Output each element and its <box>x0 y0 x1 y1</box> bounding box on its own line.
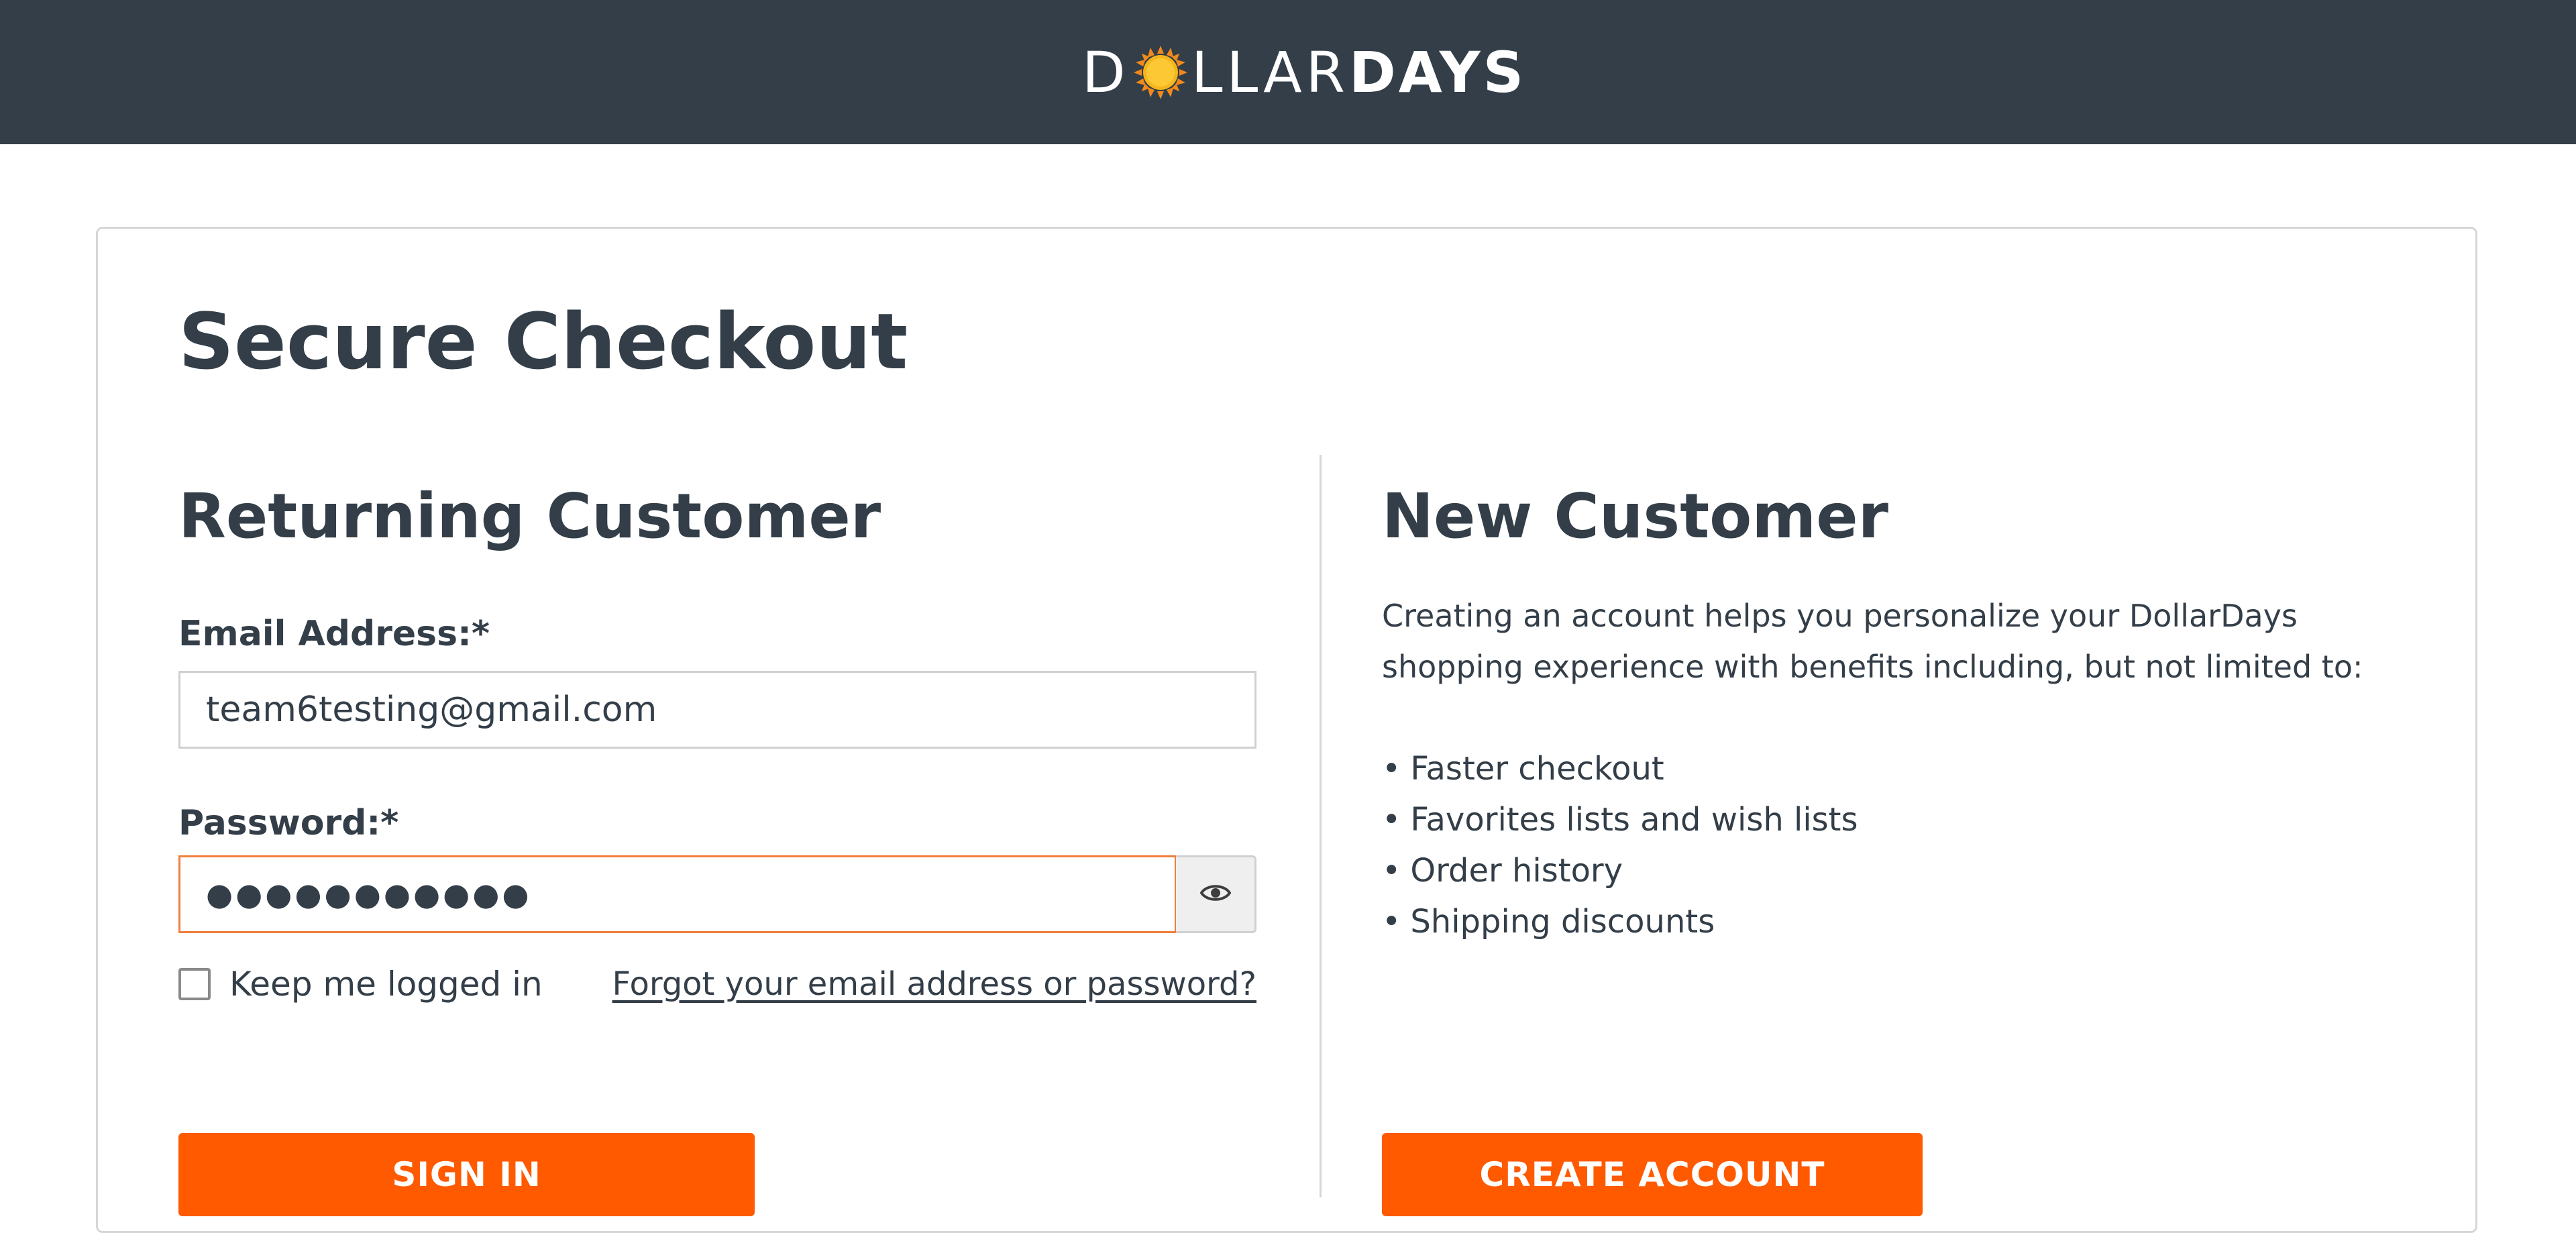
keep-logged-in-label[interactable]: Keep me logged in <box>229 961 543 1008</box>
column-divider <box>1320 455 1322 1197</box>
password-field[interactable] <box>178 855 1177 933</box>
top-header: D LLAR DAYS <box>0 0 2576 144</box>
keep-logged-in-checkbox[interactable] <box>178 968 211 1000</box>
benefit-item: Faster checkout <box>1382 743 1858 794</box>
password-label: Password:* <box>178 803 399 843</box>
sun-icon <box>1132 44 1189 101</box>
dollardays-logo[interactable]: D LLAR DAYS <box>1082 39 1526 106</box>
new-customer-title: New Customer <box>1382 480 1889 552</box>
benefit-item: Shipping discounts <box>1382 896 1858 947</box>
forgot-credentials-link[interactable]: Forgot your email address or password? <box>612 961 1256 1008</box>
eye-icon <box>1199 881 1231 907</box>
logo-text-d: D <box>1082 40 1130 105</box>
sign-in-button[interactable]: SIGN IN <box>178 1133 755 1216</box>
email-field[interactable] <box>178 671 1256 749</box>
benefit-item: Favorites lists and wish lists <box>1382 794 1858 845</box>
benefits-list: Faster checkout Favorites lists and wish… <box>1382 743 1858 947</box>
new-customer-description: Creating an account helps you personaliz… <box>1382 598 2363 685</box>
logo-text-llar: LLAR <box>1191 40 1350 105</box>
email-label: Email Address:* <box>178 614 490 654</box>
logo-text-days: DAYS <box>1349 40 1527 105</box>
create-account-button[interactable]: CREATE ACCOUNT <box>1382 1133 1923 1216</box>
show-password-button[interactable] <box>1176 855 1256 933</box>
returning-customer-title: Returning Customer <box>178 480 881 552</box>
benefit-item: Order history <box>1382 845 1858 896</box>
page-title: Secure Checkout <box>178 297 908 387</box>
